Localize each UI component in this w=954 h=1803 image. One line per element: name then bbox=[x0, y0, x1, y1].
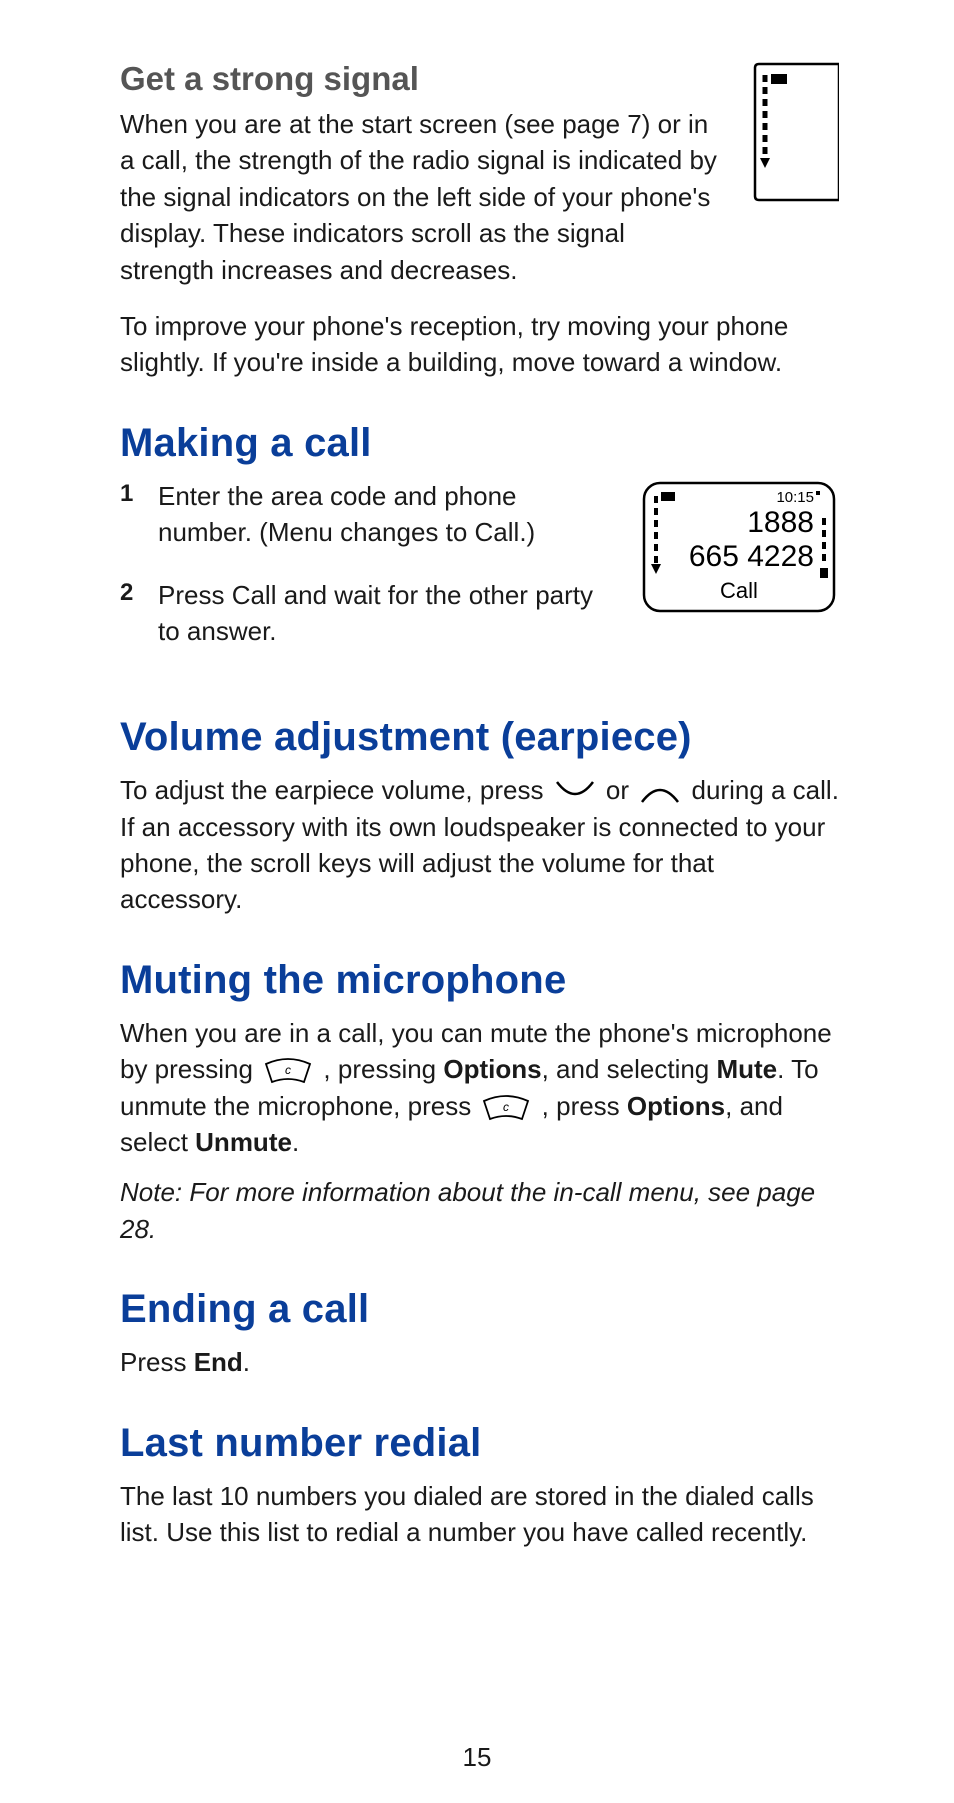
step-1: 1 Enter the area code and phone number. … bbox=[120, 478, 609, 551]
making-call-row: 1 Enter the area code and phone number. … bbox=[120, 478, 839, 676]
step-2: 2 Press Call and wait for the other part… bbox=[120, 577, 609, 650]
step-number: 2 bbox=[120, 579, 136, 650]
step-text: Press Call and wait for the other party … bbox=[158, 577, 609, 650]
phone-screen-call-icon: 10:15 1888 665 4228 Call bbox=[639, 478, 839, 618]
volume-p1: To adjust the earpiece volume, press or … bbox=[120, 772, 839, 918]
ending-p1: Press End. bbox=[120, 1344, 839, 1380]
heading-ending: Ending a call bbox=[120, 1287, 839, 1332]
heading-volume: Volume adjustment (earpiece) bbox=[120, 715, 839, 760]
c-key-icon: c bbox=[264, 1058, 312, 1084]
page-number: 15 bbox=[0, 1742, 954, 1773]
screen-time: 10:15 bbox=[776, 489, 814, 506]
scroll-up-key-icon bbox=[640, 778, 680, 806]
heading-making-call: Making a call bbox=[120, 421, 839, 466]
muting-note: Note: For more information about the in-… bbox=[120, 1174, 839, 1247]
heading-redial: Last number redial bbox=[120, 1421, 839, 1466]
screen-softkey: Call bbox=[720, 578, 758, 603]
screen-number-2: 665 4228 bbox=[689, 540, 814, 573]
svg-text:c: c bbox=[503, 1100, 509, 1114]
section-signal: Get a strong signal When you are at the … bbox=[120, 60, 839, 308]
step-text: Enter the area code and phone number. (M… bbox=[158, 478, 609, 551]
heading-signal: Get a strong signal bbox=[120, 60, 719, 98]
muting-p1: When you are in a call, you can mute the… bbox=[120, 1015, 839, 1161]
scroll-down-key-icon bbox=[555, 778, 595, 806]
c-key-icon: c bbox=[482, 1095, 530, 1121]
heading-muting: Muting the microphone bbox=[120, 958, 839, 1003]
signal-p1: When you are at the start screen (see pa… bbox=[120, 106, 719, 288]
phone-screen-signal-icon bbox=[749, 60, 839, 210]
making-call-steps: 1 Enter the area code and phone number. … bbox=[120, 478, 609, 650]
manual-page: Get a strong signal When you are at the … bbox=[0, 0, 954, 1803]
svg-text:c: c bbox=[285, 1063, 291, 1077]
signal-p2: To improve your phone's reception, try m… bbox=[120, 308, 839, 381]
step-number: 1 bbox=[120, 480, 136, 551]
redial-p1: The last 10 numbers you dialed are store… bbox=[120, 1478, 839, 1551]
screen-number-1: 1888 bbox=[747, 506, 814, 539]
